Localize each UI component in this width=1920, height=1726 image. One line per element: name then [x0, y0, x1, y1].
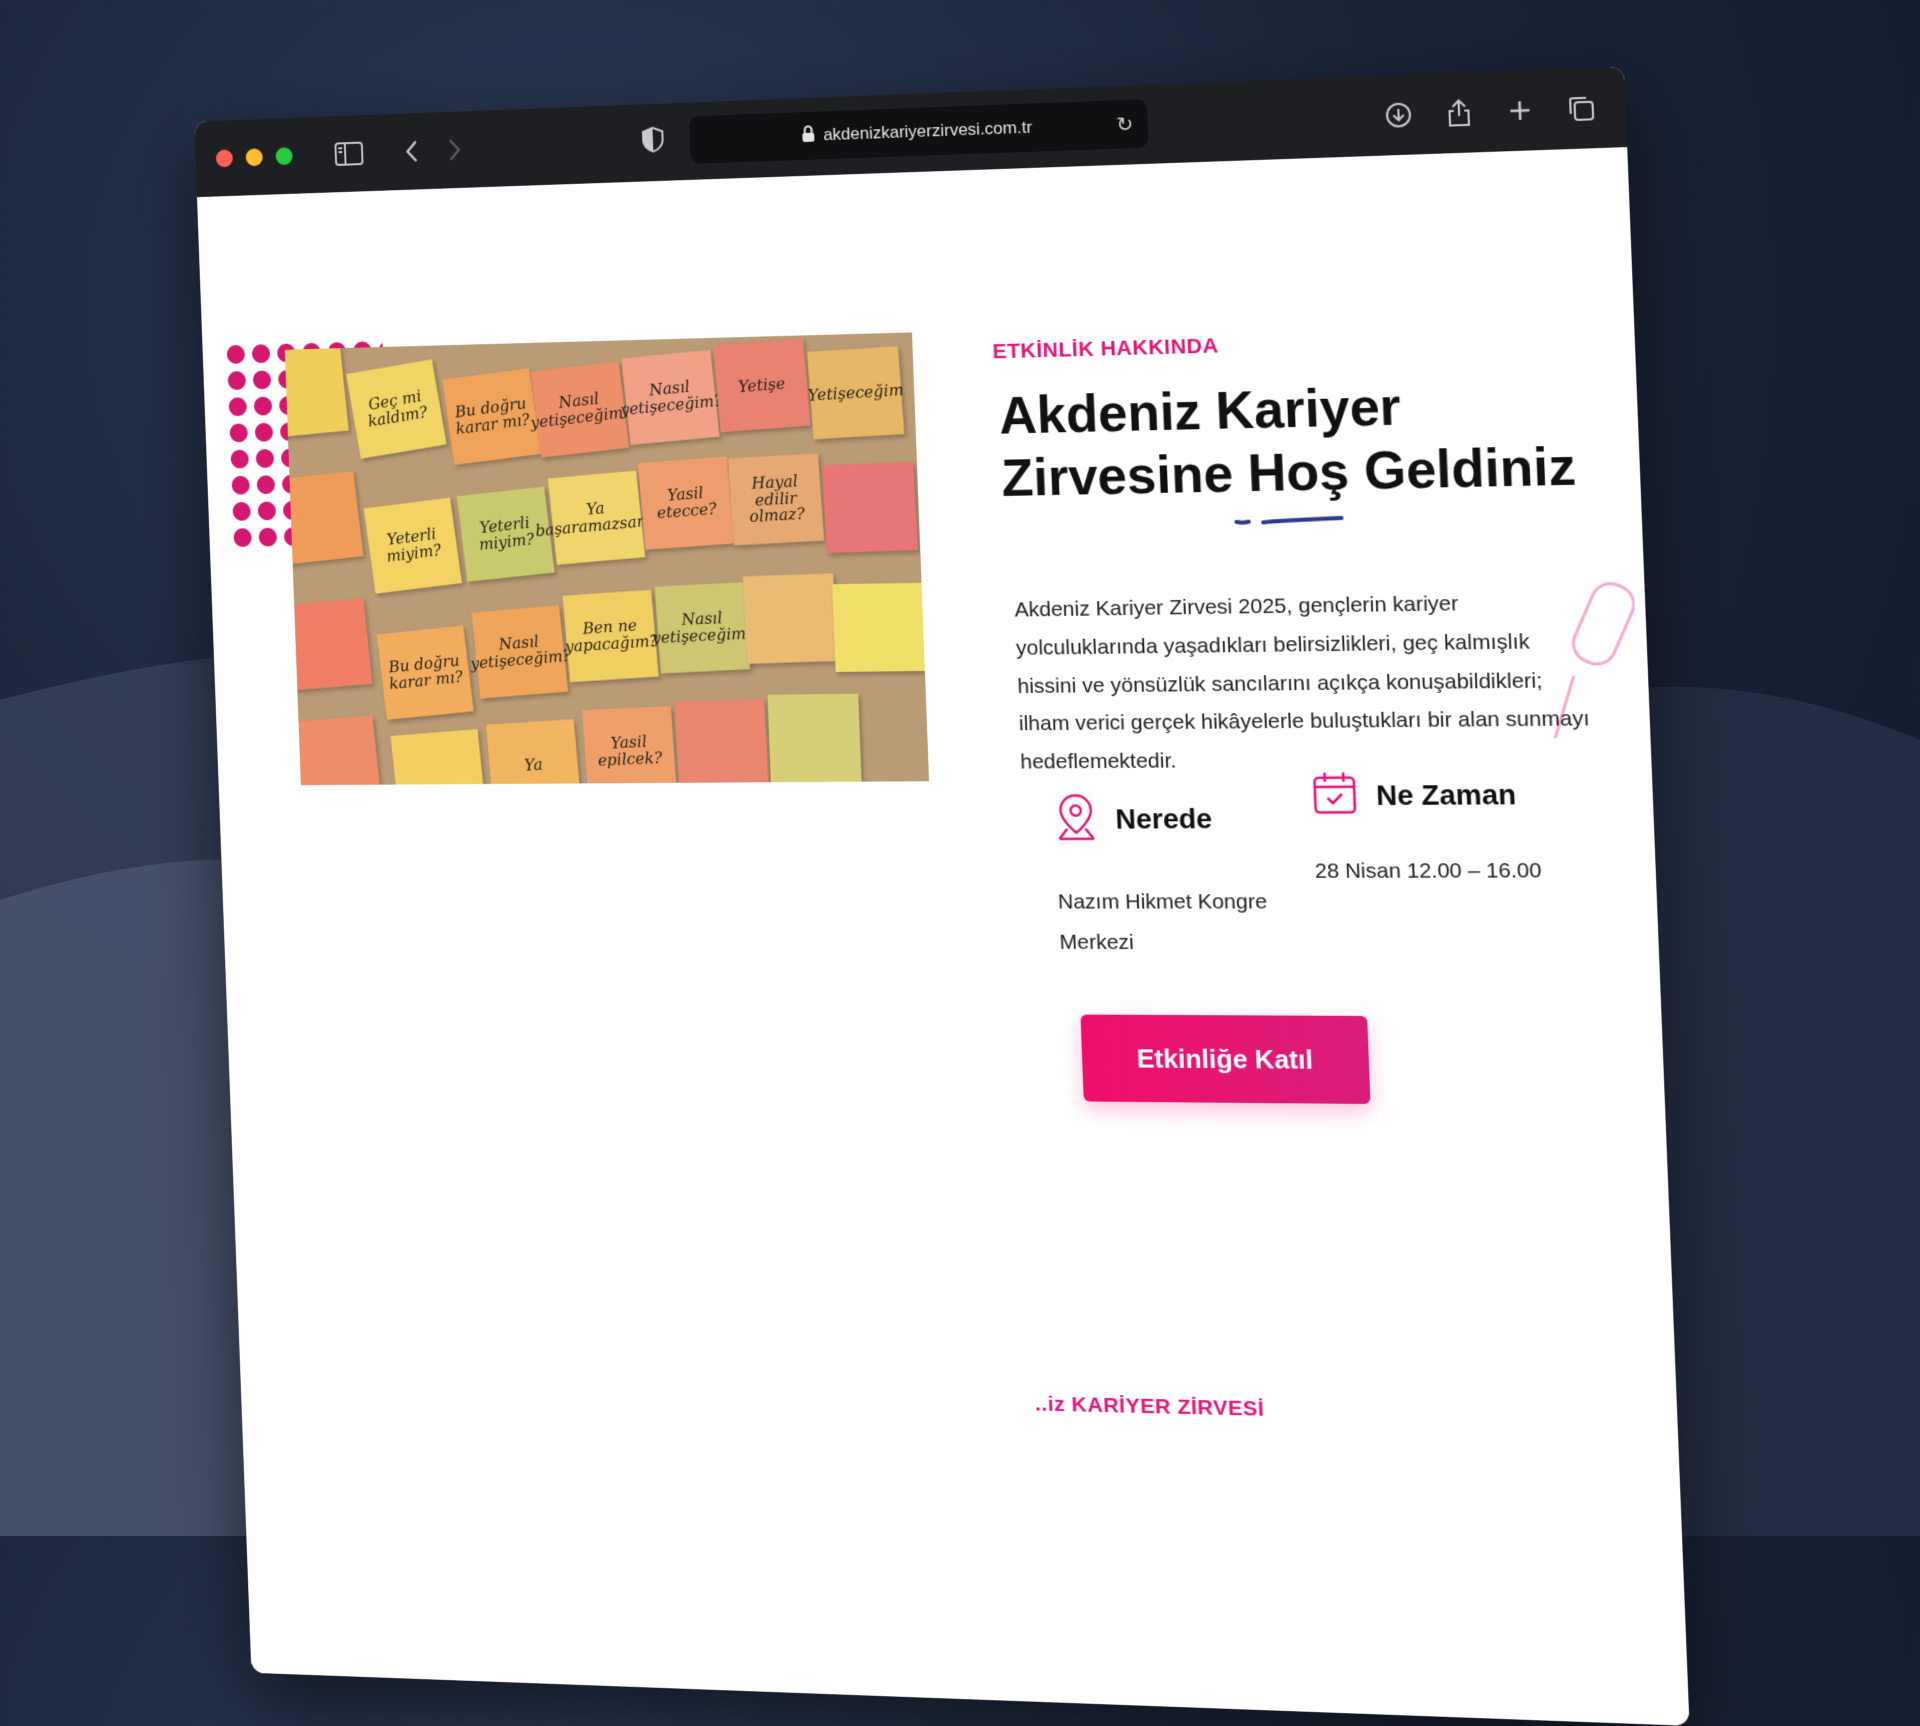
sticky-notes-photo: Geç mi kaldım? Bu doğru karar mı? Nasıl … — [285, 332, 929, 785]
sticky-note — [285, 345, 349, 439]
sticky-note: Nasıl yetişeceğim? — [531, 361, 630, 457]
sticky-note — [822, 462, 918, 553]
back-icon[interactable] — [392, 131, 431, 171]
lock-icon — [801, 124, 816, 147]
sticky-note: Ben ne yapacağım? — [562, 590, 658, 683]
sticky-note: Yetişeceğim — [807, 346, 904, 439]
sticky-note: Yasil etecce? — [638, 456, 735, 549]
tabs-overview-icon[interactable] — [1559, 87, 1603, 130]
title-highlight-word: Hoş — [1247, 443, 1351, 504]
event-description: Akdeniz Kariyer Zirvesi 2025, gençlerin … — [1014, 583, 1599, 782]
where-block: Nerede Nazım Hikmet Kongre Merkezi — [1054, 791, 1295, 963]
sticky-note: Hayal edilir olmaz? — [728, 453, 824, 545]
address-url: akdenizkariyerzirvesi.com.tr — [823, 118, 1033, 146]
share-icon[interactable] — [1437, 92, 1480, 135]
window-controls — [216, 147, 293, 167]
sticky-note — [285, 598, 373, 691]
sticky-note: Yetişe — [713, 338, 811, 432]
when-title: Ne Zaman — [1376, 778, 1517, 812]
sticky-note: Bu doğru karar mı? — [442, 368, 541, 465]
sticky-note — [390, 729, 486, 785]
sticky-note: Ya — [486, 719, 582, 785]
address-bar[interactable]: akdenizkariyerzirvesi.com.tr ↻ — [689, 99, 1148, 164]
forward-icon[interactable] — [435, 130, 475, 171]
page-title: Akdeniz Kariyer Zirvesine Hoş Geldiniz — [998, 371, 1601, 511]
map-pin-icon — [1054, 792, 1098, 846]
sticky-note: Nasıl yetişeceğim? — [471, 605, 568, 699]
sticky-note: Bu doğru karar mı? — [377, 625, 474, 720]
sticky-note: Ya başaramazsam? — [548, 470, 646, 564]
title-line-2a: Zirvesine — [1000, 445, 1249, 509]
sticky-note: Nasıl yetişeceğim? — [621, 350, 719, 445]
calendar-check-icon — [1311, 770, 1358, 820]
microphone-icon — [1538, 572, 1640, 749]
browser-window: akdenizkariyerzirvesi.com.tr ↻ Geç mi ka… — [194, 66, 1689, 1725]
shield-icon[interactable] — [641, 125, 666, 158]
where-header: Nerede — [1054, 791, 1290, 846]
sidebar-icon[interactable] — [329, 134, 368, 174]
sticky-note — [674, 699, 769, 785]
sticky-note: Geç mi kaldım? — [346, 359, 447, 458]
minimize-window-button[interactable] — [246, 148, 263, 166]
close-window-button[interactable] — [216, 149, 233, 167]
where-title: Nerede — [1115, 802, 1213, 835]
title-line-1: Akdeniz Kariyer — [998, 377, 1402, 445]
when-header: Ne Zaman — [1311, 769, 1553, 821]
sticky-note — [832, 583, 927, 672]
title-underline-decoration — [1234, 510, 1348, 528]
sticky-note — [768, 694, 862, 783]
join-event-button[interactable]: Etkinliğe Katıl — [1080, 1015, 1370, 1104]
page-content: Geç mi kaldım? Bu doğru karar mı? Nasıl … — [197, 147, 1690, 1726]
sticky-note — [743, 573, 838, 663]
section-eyebrow: ETKİNLİK HAKKINDA — [992, 334, 1219, 364]
where-value: Nazım Hikmet Kongre Merkezi — [1057, 882, 1295, 963]
when-value: 28 Nisan 12.00 – 16.00 — [1314, 851, 1556, 892]
reload-icon[interactable]: ↻ — [1116, 111, 1134, 137]
when-block: Ne Zaman 28 Nisan 12.00 – 16.00 — [1311, 769, 1556, 892]
download-icon[interactable] — [1377, 94, 1420, 136]
title-line-2c: Geldiniz — [1348, 438, 1577, 502]
sticky-note — [286, 715, 381, 785]
zoom-window-button[interactable] — [275, 147, 293, 165]
sticky-note — [285, 471, 364, 566]
sticky-note: Yasil epilcek? — [582, 706, 677, 785]
sticky-note: Nasıl yetişeceğim? — [655, 582, 751, 674]
sticky-note: Yeterli miyim? — [364, 497, 462, 593]
next-section-eyebrow: ..iz KARİYER ZİRVESİ — [1034, 1392, 1264, 1422]
toolbar-actions — [1377, 87, 1603, 136]
new-tab-icon[interactable] — [1498, 89, 1542, 132]
